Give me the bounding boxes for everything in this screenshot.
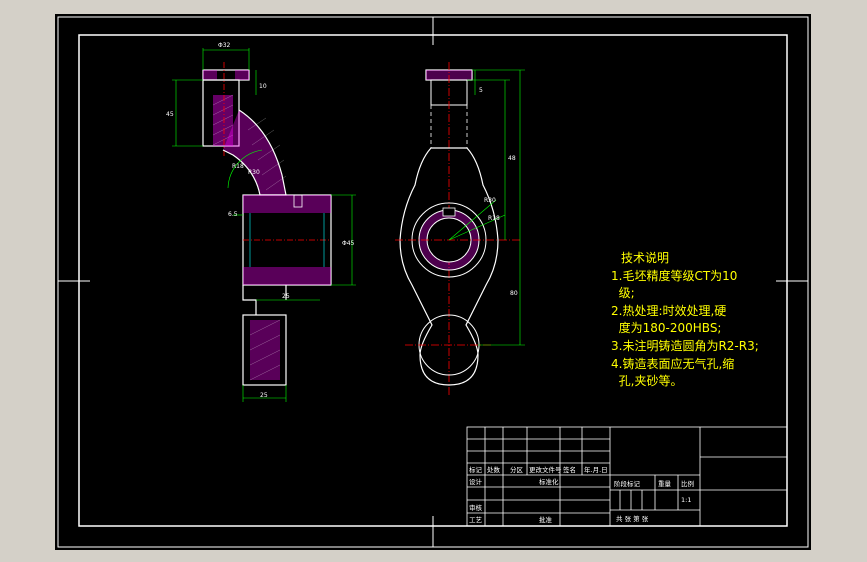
cad-window: Φ32 45 10 R18 R30 6.5 Φ45 25 25 5 48 80 … [0,0,867,562]
tb-label-approval: 批准 [539,515,553,524]
dim-right-top: 5 [479,87,483,94]
note-line-3: 2.热处理:时效处理,硬 [611,303,727,318]
dim-hole-radius: R30 [484,197,496,204]
technical-notes: 技术说明 1.毛坯精度等级CT为10 级; 2.热处理:时效处理,硬 度为180… [611,250,759,391]
tb-label-zone: 分区 [510,465,524,474]
tb-label-standardization: 标准化 [539,477,559,486]
notes-title: 技术说明 [621,251,670,265]
tb-label-review: 审核 [469,503,483,512]
note-line-1: 1.毛坯精度等级CT为10 [611,268,738,283]
tb-label-stage: 阶段标记 [614,479,641,488]
dim-left-height: 45 [166,111,174,118]
tb-label-count: 处数 [487,465,501,474]
tb-sheets: 共 张 第 张 [616,514,649,523]
tb-label-weight: 重量 [658,480,672,488]
dim-bore: Φ45 [342,240,355,247]
dim-boss-width: 10 [259,83,267,90]
dim-overall: 80 [510,290,518,297]
note-line-5: 3.未注明铸造圆角为R2-R3; [611,338,759,353]
note-line-7: 孔,夹砂等。 [611,374,683,389]
dim-radius-1: R18 [232,163,244,170]
dim-foot-width: 25 [260,392,268,399]
tb-label-change-doc: 更改文件号 [529,465,562,474]
tb-scale-value: 1:1 [681,496,691,504]
dim-small-offset: 6.5 [228,211,238,218]
dim-radius-2: R30 [248,169,260,176]
tb-label-date: 年.月.日 [584,465,608,474]
note-line-4: 度为180-200HBS; [611,321,722,336]
tb-label-process: 工艺 [469,516,483,524]
tb-label-mark: 标记 [469,465,483,474]
dim-hole-dia: R18 [488,215,500,222]
tb-label-design: 设计 [469,477,483,486]
tb-label-signature: 签名 [563,465,576,474]
tb-label-scale: 比例 [681,479,694,488]
dim-lower-offset: 25 [282,293,290,300]
dim-center-dist: 48 [508,155,516,162]
note-line-2: 级; [611,286,635,301]
dim-top-width: Φ32 [218,42,231,49]
note-line-6: 4.铸造表面应无气孔,缩 [611,356,735,371]
